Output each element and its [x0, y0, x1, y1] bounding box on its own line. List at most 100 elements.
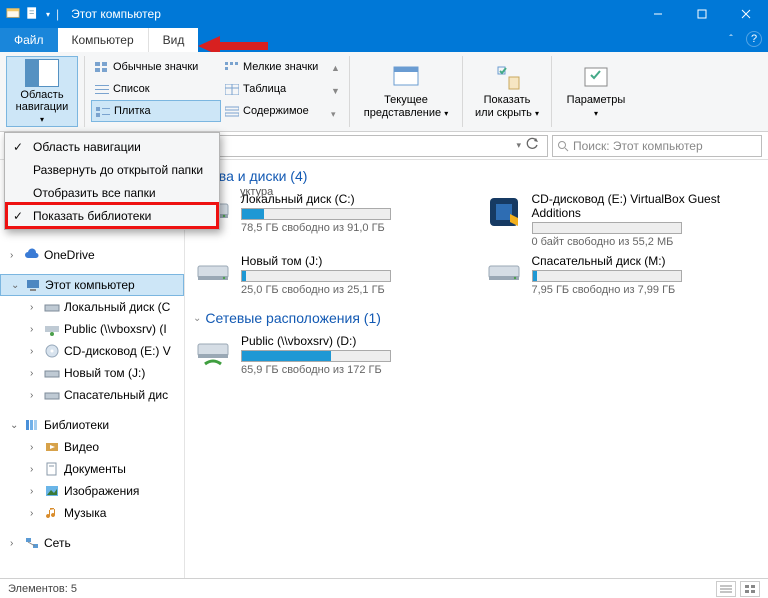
list-icon — [95, 84, 109, 95]
drive-free-space: 65,9 ГБ свободно из 172 ГБ — [241, 364, 391, 376]
ribbon: Область навигации ▾ Обычные значки Мелки… — [0, 52, 768, 132]
check-icon: ✓ — [13, 209, 23, 223]
tree-public-share[interactable]: ›Public (\\vboxsrv) (I — [0, 318, 184, 340]
navigation-pane-button[interactable]: Область навигации ▾ — [6, 56, 78, 127]
menu-item-show-libraries[interactable]: ✓Показать библиотеки — [7, 204, 217, 227]
close-button[interactable] — [724, 0, 768, 28]
current-view-button[interactable]: Текущее представление ▾ — [356, 56, 456, 127]
status-bar: Элементов: 5 — [0, 578, 768, 598]
small-icons-icon — [225, 62, 239, 73]
content-icon — [225, 106, 239, 117]
title-bar: ▾ | Этот компьютер — [0, 0, 768, 28]
libraries-icon — [24, 417, 40, 433]
show-hide-icon — [491, 64, 523, 92]
capacity-bar — [241, 270, 391, 282]
tiles-icon — [96, 106, 110, 117]
group-devices-header[interactable]: ⌄ства и диски (4) — [193, 168, 764, 184]
drive-free-space: 78,5 ГБ свободно из 91,0 ГБ — [241, 222, 391, 234]
check-icon: ✓ — [13, 140, 23, 154]
scroll-up-icon[interactable]: ▲ — [331, 63, 343, 73]
layout-gallery[interactable]: Обычные значки Мелкие значки Список Табл… — [91, 56, 331, 127]
menu-item-nav-pane[interactable]: ✓Область навигации — [7, 135, 217, 158]
drive-icon — [193, 254, 233, 294]
tab-file[interactable]: Файл — [0, 28, 58, 52]
explorer-icon — [6, 6, 20, 23]
expand-gallery-icon[interactable]: ▾ — [331, 109, 343, 120]
show-hide-button[interactable]: Показать или скрыть ▾ — [469, 56, 545, 127]
tree-network[interactable]: ›Сеть — [0, 532, 184, 554]
options-icon — [580, 64, 612, 92]
tree-music[interactable]: ›Музыка — [0, 502, 184, 524]
drive-free-space: 25,0 ГБ свободно из 25,1 ГБ — [241, 284, 391, 296]
pictures-icon — [44, 483, 60, 499]
navigation-pane-icon — [25, 59, 59, 87]
tree-cd-drive[interactable]: ›CD-дисковод (E:) V — [0, 340, 184, 362]
current-view-icon — [390, 64, 422, 92]
item-count: Элементов: 5 — [8, 583, 77, 595]
chevron-down-icon: ▾ — [594, 109, 598, 118]
tree-onedrive[interactable]: ›OneDrive — [0, 244, 184, 266]
network-drive-icon — [44, 321, 60, 337]
ribbon-tabs: Файл Компьютер Вид ˆ ? — [0, 28, 768, 52]
window-title: Этот компьютер — [71, 7, 161, 21]
tree-documents[interactable]: ›Документы — [0, 458, 184, 480]
search-input[interactable]: Поиск: Этот компьютер — [552, 135, 762, 157]
group-network-header[interactable]: ⌄Сетевые расположения (1) — [193, 310, 764, 326]
capacity-bar — [241, 208, 391, 220]
menu-item-show-all-folders[interactable]: Отобразить все папки — [7, 181, 217, 204]
maximize-button[interactable] — [680, 0, 724, 28]
network-icon — [24, 535, 40, 551]
qat-properties-icon[interactable] — [26, 6, 40, 23]
this-pc-icon — [25, 277, 41, 293]
help-icon[interactable]: ? — [746, 31, 762, 47]
content-pane: ⌄ства и диски (4) Локальный диск (C:)78,… — [185, 160, 768, 578]
clipped-label: уктура — [240, 186, 273, 198]
tree-pictures[interactable]: ›Изображения — [0, 480, 184, 502]
drive-item[interactable]: Новый том (J:)25,0 ГБ свободно из 25,1 Г… — [193, 254, 474, 296]
tree-this-pc[interactable]: ⌄Этот компьютер — [0, 274, 184, 296]
tree-drive-c[interactable]: ›Локальный диск (С — [0, 296, 184, 318]
collapse-ribbon-icon[interactable]: ˆ — [722, 30, 740, 48]
drive-free-space: 0 байт свободно из 55,2 МБ — [532, 236, 765, 248]
drive-item[interactable]: CD-дисковод (E:) VirtualBox Guest Additi… — [484, 192, 765, 248]
qat-dropdown-icon[interactable]: ▾ — [46, 10, 50, 19]
capacity-bar — [532, 222, 682, 234]
tab-view[interactable]: Вид — [149, 28, 199, 52]
drive-icon — [44, 299, 60, 315]
medium-icons-icon — [95, 62, 109, 73]
tree-rescue-disk[interactable]: ›Спасательный дис — [0, 384, 184, 406]
drive-name: Public (\\vboxsrv) (D:) — [241, 334, 391, 348]
drive-icon — [484, 192, 524, 232]
search-icon — [557, 140, 569, 152]
music-icon — [44, 505, 60, 521]
options-button[interactable]: Параметры▾ — [558, 56, 634, 127]
chevron-down-icon: ▾ — [444, 109, 448, 118]
capacity-bar — [241, 350, 391, 362]
tree-libraries[interactable]: ⌄Библиотеки — [0, 414, 184, 436]
drive-icon — [193, 334, 233, 374]
icons-view-button[interactable] — [740, 581, 760, 597]
drive-free-space: 7,95 ГБ свободно из 7,99 ГБ — [532, 284, 682, 296]
drive-item[interactable]: Public (\\vboxsrv) (D:) 65,9 ГБ свободно … — [193, 334, 474, 376]
drive-icon — [44, 365, 60, 381]
chevron-down-icon: ▾ — [535, 109, 539, 118]
drive-icon — [484, 254, 524, 294]
drive-item[interactable]: Спасательный диск (M:)7,95 ГБ свободно и… — [484, 254, 765, 296]
tree-new-volume[interactable]: ›Новый том (J:) — [0, 362, 184, 384]
navigation-pane-dropdown: ✓Область навигации Развернуть до открыто… — [4, 132, 220, 230]
menu-item-expand-folder[interactable]: Развернуть до открытой папки — [7, 158, 217, 181]
drive-name: CD-дисковод (E:) VirtualBox Guest Additi… — [532, 192, 765, 220]
video-icon — [44, 439, 60, 455]
documents-icon — [44, 461, 60, 477]
minimize-button[interactable] — [636, 0, 680, 28]
details-view-button[interactable] — [716, 581, 736, 597]
chevron-down-icon: ▾ — [40, 115, 44, 124]
refresh-icon[interactable] — [525, 137, 543, 154]
capacity-bar — [532, 270, 682, 282]
tree-videos[interactable]: ›Видео — [0, 436, 184, 458]
address-dropdown-icon[interactable]: ▾ — [516, 140, 521, 151]
drive-icon — [44, 387, 60, 403]
drive-item[interactable]: Локальный диск (C:)78,5 ГБ свободно из 9… — [193, 192, 474, 248]
scroll-down-icon[interactable]: ▼ — [331, 86, 343, 96]
tab-computer[interactable]: Компьютер — [58, 28, 149, 52]
